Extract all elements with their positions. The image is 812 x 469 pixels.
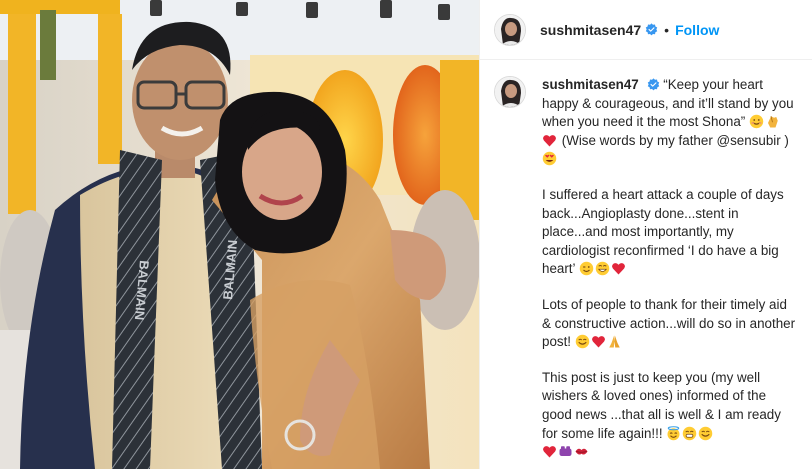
separator-dot: •: [664, 21, 670, 38]
post-caption: sushmitasen47 “Keep your heart happy & c…: [542, 76, 796, 462]
clapping-hands-icon: [767, 116, 778, 128]
caption-paragraph-4: This post is just to keep you (my well w…: [542, 369, 796, 462]
caption-row: sushmitasen47 “Keep your heart happy & c…: [480, 60, 812, 462]
caption-text-update: This post is just to keep you (my well w…: [542, 369, 781, 441]
smiling-face-icon: [699, 426, 713, 440]
caption-paragraph-2: I suffered a heart attack a couple of da…: [542, 186, 796, 279]
folded-hands-icon: [609, 335, 620, 348]
follow-button[interactable]: Follow: [675, 22, 719, 38]
flexed-biceps-icon: [559, 446, 572, 457]
kiss-mark-icon: [575, 448, 588, 455]
halo-face-icon: [667, 425, 680, 440]
caption-avatar[interactable]: [494, 76, 526, 108]
header-username[interactable]: sushmitasen47: [540, 22, 641, 38]
grinning-face-icon: [595, 262, 609, 276]
red-heart-icon: [543, 446, 556, 458]
beaming-face-icon: [683, 426, 697, 440]
winking-face-icon: [579, 262, 593, 276]
verified-badge-icon: [645, 23, 658, 36]
photo-illustration: BALMAIN BALMAIN: [0, 0, 479, 469]
instagram-post: BALMAIN BALMAIN sushmitasen47 • Follow s…: [0, 0, 812, 469]
caption-attribution: (Wise words by my father @sensubir ): [561, 132, 789, 148]
avatar-icon: [495, 14, 525, 45]
post-header: sushmitasen47 • Follow: [480, 0, 812, 60]
verified-badge-icon: [647, 78, 659, 91]
red-heart-icon: [611, 263, 625, 275]
caption-username[interactable]: sushmitasen47: [542, 77, 639, 92]
avatar[interactable]: [494, 13, 526, 46]
smiling-face-icon: [575, 334, 590, 349]
caption-paragraph-3: Lots of people to thank for their timely…: [542, 296, 796, 352]
red-heart-icon: [591, 336, 605, 348]
heart-eyes-icon: [542, 152, 557, 166]
post-photo[interactable]: BALMAIN BALMAIN: [0, 0, 479, 469]
caption-paragraph-1: sushmitasen47 “Keep your heart happy & c…: [542, 76, 796, 169]
avatar-icon: [495, 77, 525, 107]
red-heart-icon: [543, 134, 556, 147]
post-side-panel: sushmitasen47 • Follow sushmitasen47 “Ke…: [479, 0, 812, 469]
smiling-face-icon: [749, 114, 764, 129]
